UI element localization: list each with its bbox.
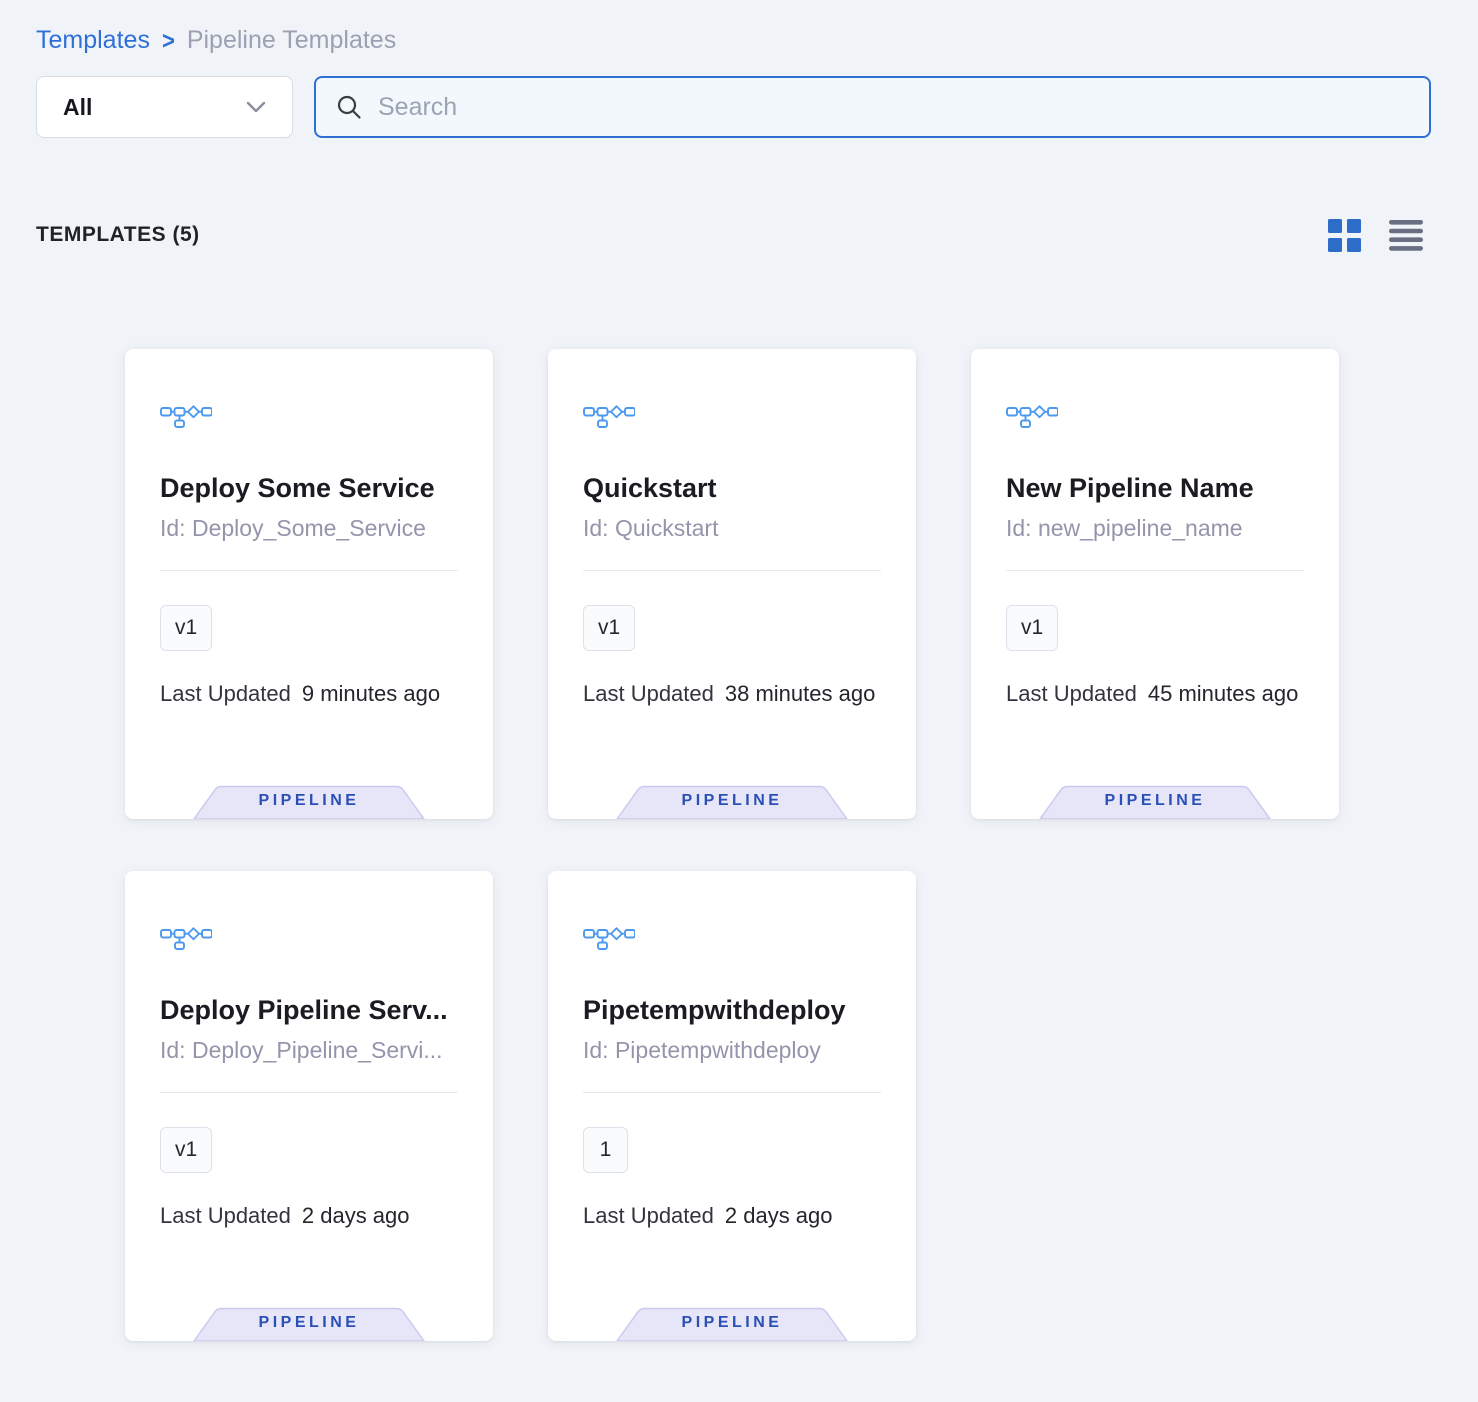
pipeline-badge-label: PIPELINE [1039, 792, 1271, 810]
last-updated-row: Last Updated 2 days ago [160, 1203, 458, 1229]
last-updated-row: Last Updated 9 minutes ago [160, 681, 458, 707]
scope-dropdown[interactable]: All [36, 76, 293, 138]
filter-bar: All [36, 76, 1431, 138]
search-box[interactable] [314, 76, 1431, 138]
version-badge: v1 [1006, 605, 1058, 651]
list-view-icon[interactable] [1389, 220, 1423, 251]
last-updated-row: Last Updated 45 minutes ago [1006, 681, 1304, 707]
template-card[interactable]: Pipetempwithdeploy Id: Pipetempwithdeplo… [548, 871, 916, 1341]
divider [583, 1092, 881, 1093]
pipeline-badge-label: PIPELINE [193, 792, 425, 810]
template-title: Quickstart [583, 471, 881, 505]
template-title: Deploy Some Service [160, 471, 458, 505]
template-id: Id: Deploy_Some_Service [160, 514, 458, 542]
pipeline-type-badge: PIPELINE [616, 781, 848, 819]
breadcrumb-separator-icon: > [162, 26, 175, 56]
template-title: New Pipeline Name [1006, 471, 1304, 505]
pipeline-type-badge: PIPELINE [193, 1303, 425, 1341]
pipeline-stages-icon [160, 923, 212, 953]
template-id: Id: new_pipeline_name [1006, 514, 1304, 542]
version-badge: v1 [160, 1127, 212, 1173]
breadcrumb-link-templates[interactable]: Templates [36, 26, 150, 55]
last-updated-value: 2 days ago [725, 1203, 833, 1229]
divider [1006, 570, 1304, 571]
pipeline-type-badge: PIPELINE [616, 1303, 848, 1341]
pipeline-stages-icon [160, 401, 212, 431]
template-id: Id: Deploy_Pipeline_Servi... [160, 1036, 458, 1064]
breadcrumb: Templates > Pipeline Templates [36, 26, 396, 55]
template-card[interactable]: Quickstart Id: Quickstart v1 Last Update… [548, 349, 916, 819]
scope-dropdown-value: All [63, 94, 92, 121]
pipeline-type-badge: PIPELINE [1039, 781, 1271, 819]
pipeline-stages-icon [583, 923, 635, 953]
pipeline-badge-label: PIPELINE [193, 1314, 425, 1332]
last-updated-label: Last Updated [1006, 681, 1137, 707]
last-updated-label: Last Updated [160, 681, 291, 707]
version-badge: 1 [583, 1127, 628, 1173]
last-updated-label: Last Updated [583, 681, 714, 707]
template-card[interactable]: New Pipeline Name Id: new_pipeline_name … [971, 349, 1339, 819]
version-badge: v1 [583, 605, 635, 651]
last-updated-value: 9 minutes ago [302, 681, 440, 707]
last-updated-row: Last Updated 38 minutes ago [583, 681, 881, 707]
last-updated-value: 2 days ago [302, 1203, 410, 1229]
divider [583, 570, 881, 571]
search-input[interactable] [378, 93, 1409, 122]
last-updated-label: Last Updated [160, 1203, 291, 1229]
template-card[interactable]: Deploy Pipeline Serv... Id: Deploy_Pipel… [125, 871, 493, 1341]
pipeline-stages-icon [1006, 401, 1058, 431]
templates-grid: Deploy Some Service Id: Deploy_Some_Serv… [125, 349, 1339, 1341]
pipeline-badge-label: PIPELINE [616, 1314, 848, 1332]
last-updated-value: 45 minutes ago [1148, 681, 1298, 707]
template-title: Deploy Pipeline Serv... [160, 993, 458, 1027]
grid-view-icon[interactable] [1328, 219, 1361, 252]
template-id: Id: Quickstart [583, 514, 881, 542]
section-title: TEMPLATES (5) [36, 223, 200, 247]
chevron-down-icon [246, 101, 266, 113]
last-updated-label: Last Updated [583, 1203, 714, 1229]
pipeline-stages-icon [583, 401, 635, 431]
divider [160, 1092, 458, 1093]
template-id: Id: Pipetempwithdeploy [583, 1036, 881, 1064]
last-updated-row: Last Updated 2 days ago [583, 1203, 881, 1229]
breadcrumb-current-page: Pipeline Templates [187, 26, 396, 55]
template-title: Pipetempwithdeploy [583, 993, 881, 1027]
view-toggles [1328, 219, 1423, 252]
divider [160, 570, 458, 571]
last-updated-value: 38 minutes ago [725, 681, 875, 707]
search-icon [336, 94, 362, 120]
template-card[interactable]: Deploy Some Service Id: Deploy_Some_Serv… [125, 349, 493, 819]
pipeline-type-badge: PIPELINE [193, 781, 425, 819]
pipeline-badge-label: PIPELINE [616, 792, 848, 810]
version-badge: v1 [160, 605, 212, 651]
